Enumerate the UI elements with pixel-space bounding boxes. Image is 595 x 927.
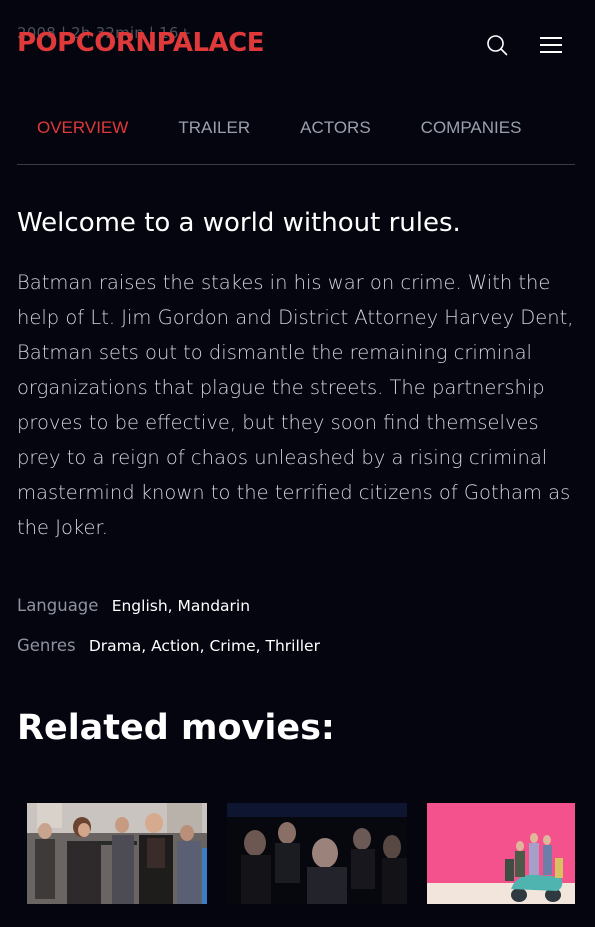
hamburger-menu-icon bbox=[540, 37, 562, 53]
movie-overview: Batman raises the stakes in his war on c… bbox=[17, 271, 574, 539]
related-movie-poster-3[interactable] bbox=[427, 803, 575, 904]
header-actions bbox=[485, 33, 563, 57]
related-movie-poster-2[interactable] bbox=[227, 803, 407, 904]
tab-trailer[interactable]: TRAILER bbox=[178, 112, 250, 164]
genres-label: Genres bbox=[17, 636, 76, 655]
related-movie-poster-1[interactable] bbox=[27, 803, 207, 904]
menu-button[interactable] bbox=[539, 33, 563, 57]
language-value: English, Mandarin bbox=[111, 597, 251, 615]
movie-tagline: Welcome to a world without rules. bbox=[17, 208, 461, 238]
search-button[interactable] bbox=[485, 33, 509, 57]
language-label: Language bbox=[17, 596, 99, 615]
genres-row: Genres Drama, Action, Crime, Thriller bbox=[17, 636, 320, 655]
movie-detail-page: 2008 | 2h 32min | 16+ POPCORNPALACE OVER… bbox=[0, 0, 595, 927]
search-icon bbox=[487, 35, 508, 56]
tab-actors[interactable]: ACTORS bbox=[300, 112, 371, 164]
detail-tabs: OVERVIEW TRAILER ACTORS COMPANIES bbox=[17, 112, 575, 165]
related-movies-heading: Related movies: bbox=[17, 708, 335, 748]
genres-value: Drama, Action, Crime, Thriller bbox=[88, 637, 320, 655]
language-row: Language English, Mandarin bbox=[17, 596, 250, 615]
tab-overview[interactable]: OVERVIEW bbox=[37, 112, 128, 164]
tab-companies[interactable]: COMPANIES bbox=[421, 112, 522, 164]
site-logo[interactable]: POPCORNPALACE bbox=[17, 28, 265, 58]
